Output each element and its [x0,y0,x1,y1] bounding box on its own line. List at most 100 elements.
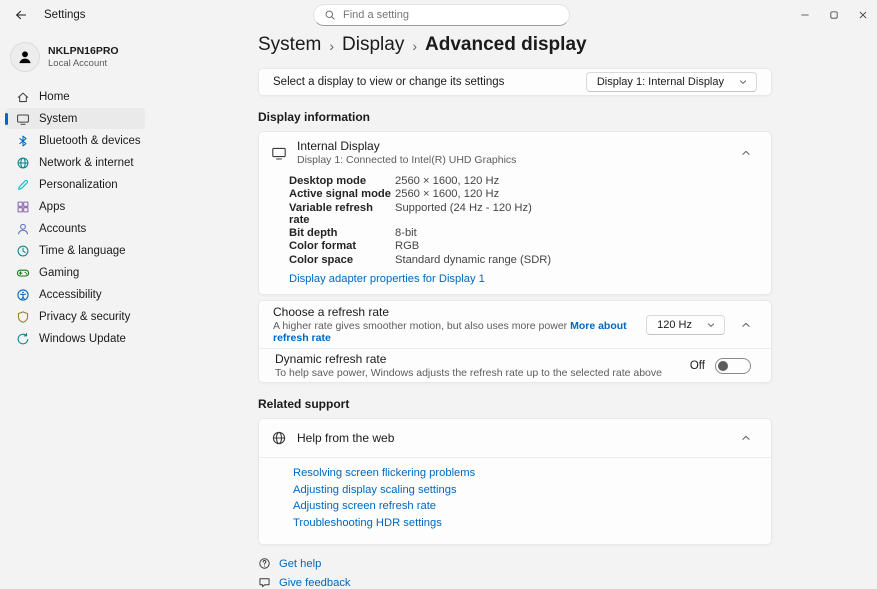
chevron-up-icon [740,147,752,159]
display-adapter-properties-link[interactable]: Display adapter properties for Display 1 [289,273,485,285]
sidebar-item-time-language[interactable]: Time & language [5,240,145,261]
accounts-icon [16,222,30,236]
internal-display-title: Internal Display [297,139,516,153]
sidebar-item-gaming[interactable]: Gaming [5,262,145,283]
info-row: Bit depth 8-bit [289,227,759,239]
refresh-rate-dropdown[interactable]: 120 Hz [646,315,725,335]
collapse-button[interactable] [733,426,759,450]
sidebar-item-label: Apps [39,201,65,213]
search-input[interactable] [343,9,559,21]
info-value: Standard dynamic range (SDR) [395,254,551,266]
sidebar-item-windows-update[interactable]: Windows Update [5,328,145,349]
collapse-button[interactable] [733,141,759,165]
sidebar-item-label: Home [39,91,70,103]
close-icon [857,9,869,21]
user-name: NKLPN16PRO [48,45,119,58]
refresh-rate-title: Choose a refresh rate [273,305,646,319]
refresh-rate-card: Choose a refresh rate A higher rate give… [258,300,772,383]
app-title: Settings [44,9,86,21]
sidebar-item-bluetooth-devices[interactable]: Bluetooth & devices [5,130,145,151]
toggle-state-label: Off [690,360,705,372]
sidebar-item-label: Time & language [39,245,126,257]
sidebar-item-home[interactable]: Home [5,86,145,107]
sidebar-item-label: Accessibility [39,289,102,301]
help-link[interactable]: Resolving screen flickering problems [293,467,475,479]
help-link[interactable]: Adjusting screen refresh rate [293,500,436,512]
info-label: Active signal mode [289,188,395,200]
info-label: Color space [289,254,395,266]
chevron-down-icon [706,320,716,330]
chevron-up-icon [740,319,752,331]
accessibility-icon [16,288,30,302]
main-content: System › Display › Advanced display Sele… [150,30,877,523]
info-value: 2560 × 1600, 120 Hz [395,188,499,200]
minimize-button[interactable] [790,0,819,30]
sidebar-item-accessibility[interactable]: Accessibility [5,284,145,305]
sidebar-item-network-internet[interactable]: Network & internet [5,152,145,173]
selected-indicator [5,113,8,125]
sidebar: NKLPN16PRO Local Account Home System Blu… [0,30,150,523]
refresh-rate-subtitle: A higher rate gives smoother motion, but… [273,320,567,332]
display-icon [271,145,287,161]
breadcrumb-separator: › [412,36,417,54]
dynamic-refresh-rate-toggle[interactable] [715,358,751,374]
help-link[interactable]: Adjusting display scaling settings [293,484,457,496]
back-button[interactable] [8,4,34,26]
section-related-support: Related support [258,397,772,411]
sidebar-item-label: Windows Update [39,333,126,345]
dynamic-refresh-rate-subtitle: To help save power, Windows adjusts the … [275,367,662,379]
info-label: Variable refresh rate [289,202,395,227]
minimize-icon [799,9,811,21]
footer-link-get-help[interactable]: Get help [258,557,321,570]
breadcrumb: System › Display › Advanced display [258,32,772,58]
internal-display-subtitle: Display 1: Connected to Intel(R) UHD Gra… [297,154,516,166]
titlebar: Settings [0,0,877,30]
breadcrumb-separator: › [329,36,334,54]
system-icon [16,112,30,126]
sidebar-item-personalization[interactable]: Personalization [5,174,145,195]
display-info-rows: Desktop mode 2560 × 1600, 120 Hz Active … [259,173,771,266]
sidebar-item-label: System [39,113,77,125]
info-row: Desktop mode 2560 × 1600, 120 Hz [289,175,759,187]
help-from-web-title: Help from the web [297,431,394,445]
sidebar-nav: Home System Bluetooth & devices Network … [0,86,150,349]
dynamic-refresh-rate-title: Dynamic refresh rate [275,352,662,366]
user-card[interactable]: NKLPN16PRO Local Account [0,34,150,80]
search-icon [324,9,336,21]
choose-refresh-rate-row: Choose a refresh rate A higher rate give… [259,301,771,348]
sidebar-item-label: Gaming [39,267,79,279]
sidebar-item-privacy-security[interactable]: Privacy & security [5,306,145,327]
info-label: Desktop mode [289,175,395,187]
breadcrumb-system[interactable]: System [258,34,321,56]
display-select-dropdown[interactable]: Display 1: Internal Display [586,72,757,92]
update-icon [16,332,30,346]
gaming-icon [16,266,30,280]
breadcrumb-display[interactable]: Display [342,34,404,56]
footer-link-give-feedback[interactable]: Give feedback [258,576,351,589]
info-row: Variable refresh rate Supported (24 Hz -… [289,202,759,227]
sidebar-item-accounts[interactable]: Accounts [5,218,145,239]
home-icon [16,90,30,104]
info-value: 8-bit [395,227,417,239]
collapse-button[interactable] [733,313,759,337]
window-controls [790,0,877,30]
toggle-knob [718,361,728,371]
search-box[interactable] [313,4,570,26]
info-label: Color format [289,240,395,252]
help-links: Resolving screen flickering problems Adju… [259,457,771,544]
apps-icon [16,200,30,214]
internal-display-expander[interactable]: Internal Display Display 1: Connected to… [259,132,771,173]
back-arrow-icon [14,8,28,22]
help-from-web-expander[interactable]: Help from the web [259,419,771,457]
sidebar-item-label: Personalization [39,179,118,191]
maximize-button[interactable] [819,0,848,30]
page-title: Advanced display [425,34,587,56]
sidebar-item-label: Accounts [39,223,86,235]
personalization-icon [16,178,30,192]
sidebar-item-apps[interactable]: Apps [5,196,145,217]
footer-link-label: Give feedback [279,577,351,589]
sidebar-item-system[interactable]: System [5,108,145,129]
close-button[interactable] [848,0,877,30]
info-row: Active signal mode 2560 × 1600, 120 Hz [289,188,759,200]
user-account-type: Local Account [48,58,119,70]
